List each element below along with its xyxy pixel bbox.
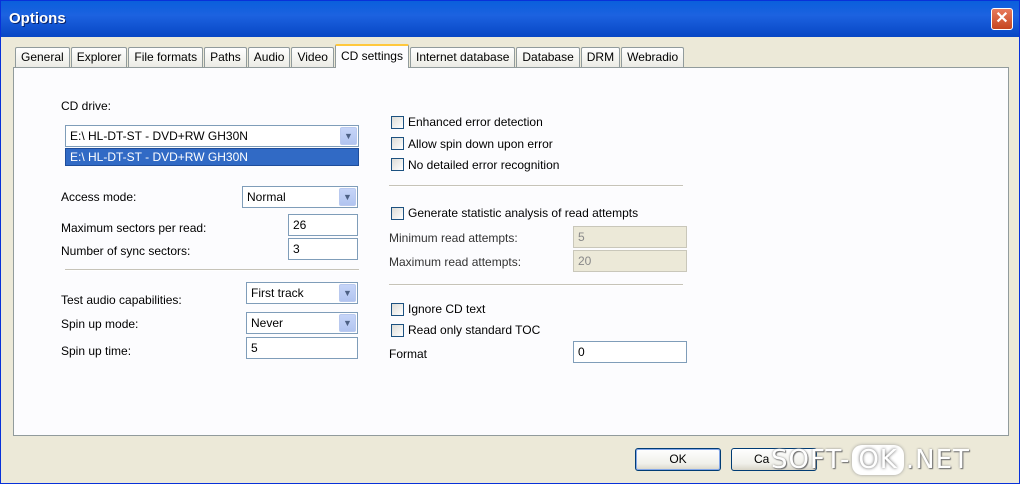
- tab-cd-settings[interactable]: CD settings: [334, 44, 409, 68]
- enhanced-error-checkbox[interactable]: [391, 116, 404, 129]
- min-attempts-value: 5: [578, 230, 585, 244]
- tab-strip: General Explorer File formats Paths Audi…: [15, 44, 685, 68]
- cd-drive-option-label: E:\ HL-DT-ST - DVD+RW GH30N: [70, 150, 248, 164]
- watermark-mid: OK: [852, 445, 904, 475]
- no-detailed-error-checkbox[interactable]: [391, 158, 404, 171]
- sync-sectors-input[interactable]: 3: [288, 238, 358, 260]
- close-button[interactable]: ✕: [991, 8, 1013, 30]
- test-audio-select[interactable]: First track ▼: [246, 282, 358, 304]
- generate-stats-label: Generate statistic analysis of read atte…: [408, 206, 639, 220]
- chevron-down-icon[interactable]: ▼: [340, 127, 357, 145]
- spin-up-mode-value: Never: [251, 316, 284, 330]
- right-separator-2: [389, 284, 683, 286]
- max-sectors-label: Maximum sectors per read:: [61, 221, 207, 235]
- chevron-down-icon[interactable]: ▼: [339, 314, 356, 332]
- tab-drm[interactable]: DRM: [580, 47, 621, 67]
- cd-drive-option[interactable]: E:\ HL-DT-ST - DVD+RW GH30N: [65, 148, 359, 166]
- cd-drive-value: E:\ HL-DT-ST - DVD+RW GH30N: [70, 129, 248, 143]
- enhanced-error-label: Enhanced error detection: [408, 115, 543, 129]
- tab-file-formats[interactable]: File formats: [128, 47, 204, 67]
- spin-up-time-input[interactable]: 5: [246, 337, 358, 359]
- max-attempts-label: Maximum read attempts:: [389, 255, 522, 269]
- format-input[interactable]: 0: [573, 341, 687, 363]
- chevron-down-icon[interactable]: ▼: [339, 188, 356, 206]
- allow-spin-down-checkbox[interactable]: [391, 137, 404, 150]
- cd-drive-label: CD drive:: [61, 99, 112, 113]
- spin-up-time-label: Spin up time:: [61, 344, 132, 358]
- test-audio-value: First track: [251, 286, 304, 300]
- read-std-toc-label: Read only standard TOC: [408, 323, 541, 337]
- tab-webradio[interactable]: Webradio: [621, 47, 685, 67]
- format-value: 0: [578, 345, 585, 359]
- read-std-toc-checkbox[interactable]: [391, 324, 404, 337]
- window-title: Options: [9, 10, 66, 27]
- tab-video[interactable]: Video: [291, 47, 334, 67]
- max-sectors-value: 26: [293, 218, 307, 232]
- chevron-down-icon[interactable]: ▼: [339, 284, 356, 302]
- spin-up-time-value: 5: [251, 341, 258, 355]
- allow-spin-down-label: Allow spin down upon error: [408, 137, 553, 151]
- tab-explorer[interactable]: Explorer: [70, 47, 128, 67]
- tab-database[interactable]: Database: [516, 47, 580, 67]
- title-bar[interactable]: Options ✕: [1, 1, 1019, 37]
- cd-drive-select[interactable]: E:\ HL-DT-ST - DVD+RW GH30N ▼: [65, 125, 359, 147]
- ignore-cd-text-label: Ignore CD text: [408, 302, 486, 316]
- left-separator-1: [65, 269, 359, 271]
- max-sectors-input[interactable]: 26: [288, 214, 358, 236]
- test-audio-label: Test audio capabilities:: [61, 293, 182, 307]
- watermark: SOFT- OK .NET: [771, 439, 970, 481]
- sync-sectors-label: Number of sync sectors:: [61, 244, 191, 258]
- sync-sectors-value: 3: [293, 242, 300, 256]
- spin-up-mode-label: Spin up mode:: [61, 317, 139, 331]
- tab-internet-database[interactable]: Internet database: [409, 47, 516, 67]
- right-separator-1: [389, 185, 683, 187]
- format-label: Format: [389, 347, 428, 361]
- access-mode-value: Normal: [247, 190, 286, 204]
- no-detailed-error-label: No detailed error recognition: [408, 158, 560, 172]
- max-attempts-value: 20: [578, 254, 592, 268]
- tab-general[interactable]: General: [15, 47, 70, 67]
- ignore-cd-text-checkbox[interactable]: [391, 303, 404, 316]
- tab-audio[interactable]: Audio: [247, 47, 291, 67]
- access-mode-label: Access mode:: [61, 190, 137, 204]
- tab-paths[interactable]: Paths: [204, 47, 247, 67]
- ok-button[interactable]: OK: [635, 448, 721, 471]
- watermark-left: SOFT-: [771, 445, 851, 475]
- max-attempts-input[interactable]: 20: [573, 250, 687, 272]
- min-attempts-label: Minimum read attempts:: [389, 231, 518, 245]
- options-dialog: Options ✕ General Explorer File formats …: [0, 0, 1020, 484]
- generate-stats-checkbox[interactable]: [391, 207, 404, 220]
- watermark-right: .NET: [905, 445, 970, 475]
- spin-up-mode-select[interactable]: Never ▼: [246, 312, 358, 334]
- access-mode-select[interactable]: Normal ▼: [242, 186, 358, 208]
- min-attempts-input[interactable]: 5: [573, 226, 687, 248]
